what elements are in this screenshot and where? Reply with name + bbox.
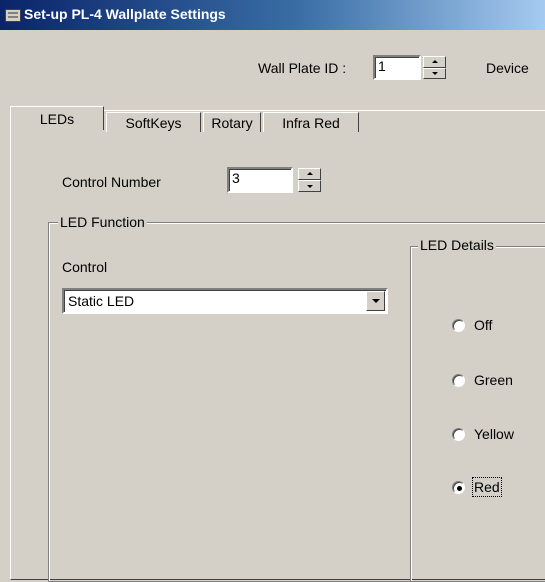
radio-circle-icon[interactable] bbox=[452, 319, 465, 332]
title-bar: Set-up PL-4 Wallplate Settings bbox=[0, 0, 545, 30]
radio-dot-icon bbox=[457, 486, 462, 491]
tab-infra-red[interactable]: Infra Red bbox=[263, 112, 359, 132]
wallplate-id-input[interactable]: 1 bbox=[373, 55, 421, 80]
spin-down-icon[interactable] bbox=[298, 180, 321, 192]
control-number-spinner[interactable] bbox=[298, 168, 321, 192]
window-title: Set-up PL-4 Wallplate Settings bbox=[24, 6, 226, 22]
radio-circle-checked-icon[interactable] bbox=[452, 481, 465, 494]
keypad-icon bbox=[5, 9, 21, 22]
control-label: Control bbox=[62, 259, 108, 275]
spin-up-icon[interactable] bbox=[423, 56, 446, 68]
control-select-value: Static LED bbox=[68, 293, 135, 309]
radio-circle-icon[interactable] bbox=[452, 428, 465, 441]
tab-softkeys[interactable]: SoftKeys bbox=[106, 112, 201, 132]
wallplate-id-label: Wall Plate ID : bbox=[258, 60, 347, 76]
wallplate-id-spinner[interactable] bbox=[423, 56, 446, 79]
led-details-group bbox=[410, 246, 545, 582]
tab-leds[interactable]: LEDs bbox=[10, 106, 104, 130]
chevron-down-icon[interactable] bbox=[366, 291, 385, 311]
spin-up-icon[interactable] bbox=[298, 168, 321, 180]
tab-rotary[interactable]: Rotary bbox=[203, 112, 261, 132]
radio-red[interactable]: Red bbox=[452, 477, 542, 498]
radio-green[interactable]: Green bbox=[452, 371, 542, 391]
control-number-label: Control Number bbox=[62, 174, 161, 190]
radio-circle-icon[interactable] bbox=[452, 374, 465, 387]
control-number-input[interactable]: 3 bbox=[227, 167, 293, 193]
radio-yellow[interactable]: Yellow bbox=[452, 425, 542, 445]
led-details-title: LED Details bbox=[418, 237, 496, 253]
led-function-title: LED Function bbox=[58, 214, 147, 230]
radio-off[interactable]: Off bbox=[452, 316, 542, 336]
spin-down-icon[interactable] bbox=[423, 67, 446, 79]
device-label: Device bbox=[486, 60, 529, 76]
control-select[interactable]: Static LED bbox=[62, 288, 388, 314]
